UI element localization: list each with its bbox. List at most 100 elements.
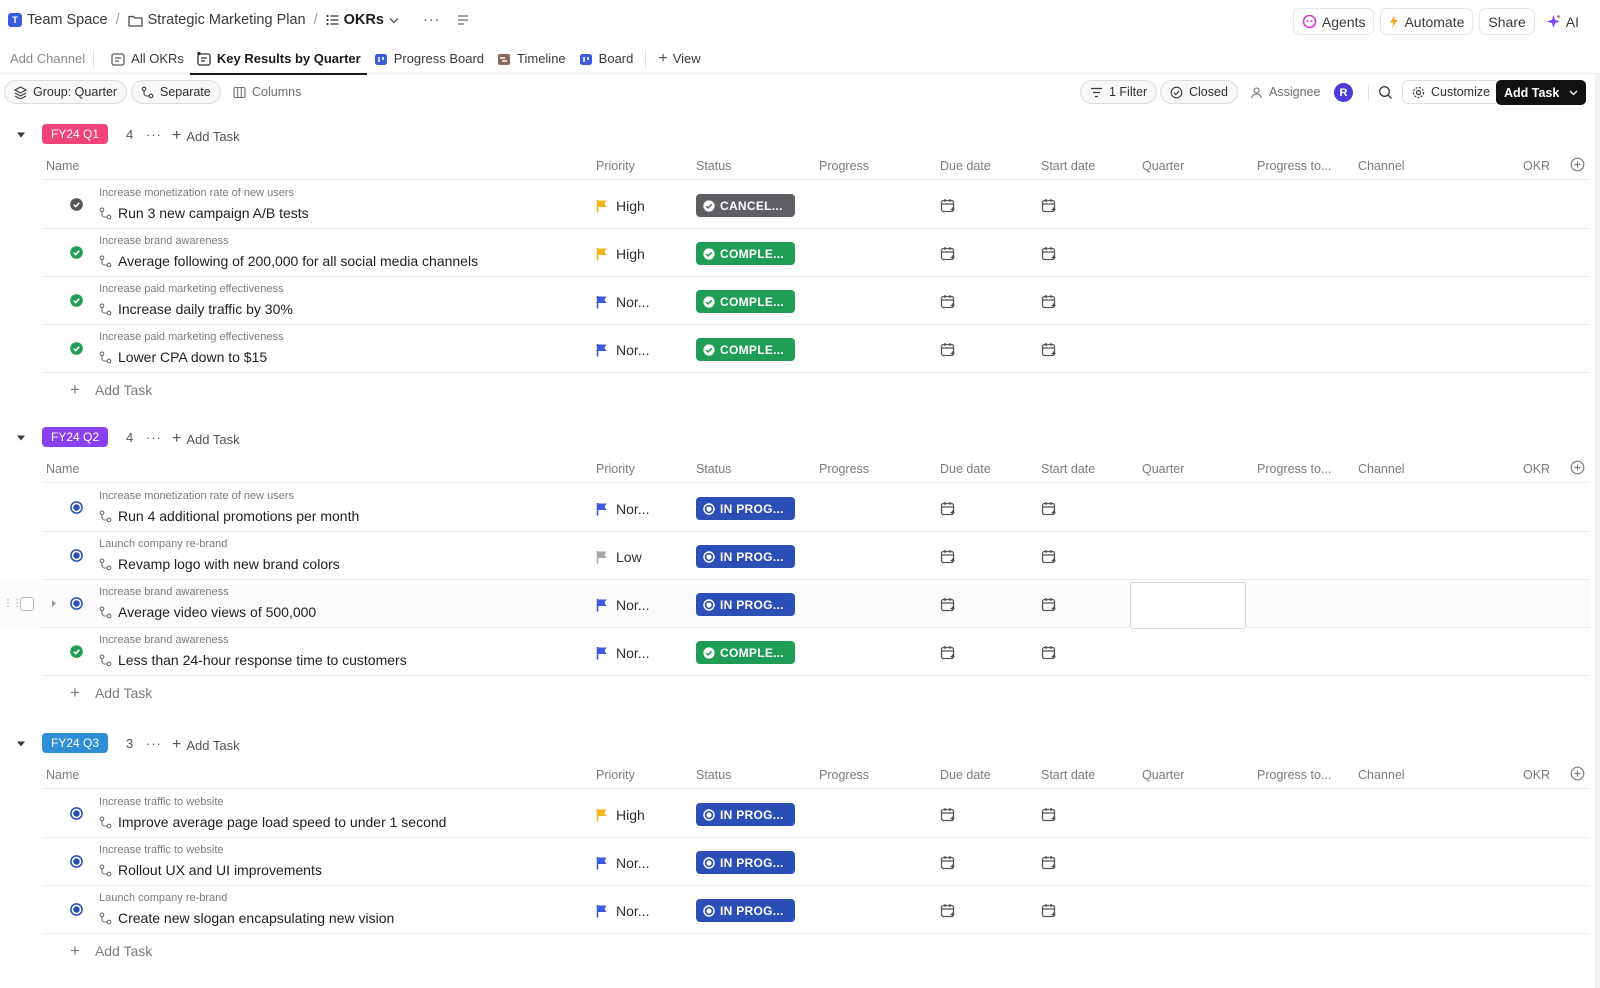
due-date-calendar-icon[interactable] <box>940 549 956 564</box>
start-date-calendar-icon[interactable] <box>1041 246 1057 261</box>
chevron-down-icon[interactable] <box>389 17 399 24</box>
status-badge[interactable]: COMPLE... <box>696 290 795 313</box>
column-header[interactable]: Channel <box>1358 159 1405 173</box>
chevron-down-icon[interactable] <box>1569 90 1578 96</box>
status-badge[interactable]: COMPLE... <box>696 641 795 664</box>
breadcrumb-okrs[interactable]: OKRs <box>326 12 399 28</box>
automate-button[interactable]: Automate <box>1380 8 1474 35</box>
priority-cell[interactable]: High <box>596 246 645 262</box>
parent-okr[interactable]: Increase paid marketing effectiveness <box>99 283 283 295</box>
start-date-calendar-icon[interactable] <box>1041 501 1057 516</box>
status-circle-icon[interactable] <box>70 246 83 259</box>
status-badge[interactable]: CANCEL... <box>696 194 795 217</box>
avatar[interactable]: R <box>1334 83 1353 102</box>
column-header[interactable]: Due date <box>940 768 991 782</box>
filter-button[interactable]: 1 Filter <box>1080 80 1158 104</box>
due-date-calendar-icon[interactable] <box>940 903 956 918</box>
column-header[interactable]: Start date <box>1041 159 1095 173</box>
start-date-calendar-icon[interactable] <box>1041 198 1057 213</box>
due-date-calendar-icon[interactable] <box>940 342 956 357</box>
start-date-calendar-icon[interactable] <box>1041 549 1057 564</box>
table-row[interactable]: Increase monetization rate of new users R… <box>0 181 1590 229</box>
column-header[interactable]: Start date <box>1041 462 1095 476</box>
column-header[interactable]: OKR <box>1523 462 1550 476</box>
status-circle-icon[interactable] <box>70 807 83 820</box>
customize-button[interactable]: Customize <box>1402 80 1501 104</box>
table-row[interactable]: Increase brand awareness Average followin… <box>0 229 1590 277</box>
parent-okr[interactable]: Increase brand awareness <box>99 634 229 646</box>
task-title[interactable]: Increase daily traffic by 30% <box>99 301 293 317</box>
group-more-icon[interactable]: ··· <box>146 736 162 751</box>
ai-button[interactable]: AI <box>1540 8 1584 35</box>
due-date-calendar-icon[interactable] <box>940 246 956 261</box>
column-header[interactable]: Priority <box>596 768 635 782</box>
task-title[interactable]: Improve average page load speed to under… <box>99 814 446 830</box>
column-header[interactable]: Progress <box>819 462 869 476</box>
status-badge[interactable]: COMPLE... <box>696 338 795 361</box>
tab-key-results-by-quarter[interactable]: Key Results by Quarter <box>189 43 367 75</box>
status-badge[interactable]: IN PROG... <box>696 851 795 874</box>
column-header[interactable]: Progress <box>819 768 869 782</box>
breadcrumb-strategic-marketing-plan[interactable]: Strategic Marketing Plan <box>127 12 306 28</box>
group-add-task-button[interactable]: + Add Task <box>172 127 240 145</box>
start-date-calendar-icon[interactable] <box>1041 807 1057 822</box>
tab-all-okrs[interactable]: All OKRs <box>104 43 190 74</box>
group-more-icon[interactable]: ··· <box>146 127 162 142</box>
column-header[interactable]: Due date <box>940 159 991 173</box>
status-badge[interactable]: IN PROG... <box>696 593 795 616</box>
column-header[interactable]: Start date <box>1041 768 1095 782</box>
table-row[interactable]: Increase traffic to website Improve avera… <box>0 790 1590 838</box>
parent-okr[interactable]: Increase monetization rate of new users <box>99 187 294 199</box>
breadcrumb-team-space[interactable]: T Team Space <box>8 12 108 28</box>
columns-button[interactable]: Columns <box>223 80 311 104</box>
status-circle-icon[interactable] <box>70 549 83 562</box>
status-circle-icon[interactable] <box>70 597 83 610</box>
priority-cell[interactable]: Nor... <box>596 501 649 517</box>
status-badge[interactable]: IN PROG... <box>696 899 795 922</box>
column-header[interactable]: Channel <box>1358 462 1405 476</box>
task-title[interactable]: Run 3 new campaign A/B tests <box>99 205 309 221</box>
priority-cell[interactable]: Nor... <box>596 903 649 919</box>
expand-caret-icon[interactable] <box>51 599 57 608</box>
group-by-button[interactable]: Group: Quarter <box>4 80 128 104</box>
column-header[interactable]: Channel <box>1358 768 1405 782</box>
drag-handle-icon[interactable]: ⋮⋮ <box>3 598 22 609</box>
add-column-icon[interactable] <box>1570 157 1585 172</box>
column-header[interactable]: Progress <box>819 159 869 173</box>
status-circle-icon[interactable] <box>70 198 83 211</box>
priority-cell[interactable]: Nor... <box>596 342 649 358</box>
add-column-icon[interactable] <box>1570 460 1585 475</box>
table-row[interactable]: Launch company re-brand Create new slogan… <box>0 886 1590 934</box>
add-task-row[interactable]: + Add Task <box>70 375 152 405</box>
task-title[interactable]: Create new slogan encapsulating new visi… <box>99 910 394 926</box>
column-header[interactable]: OKR <box>1523 159 1550 173</box>
status-circle-icon[interactable] <box>70 855 83 868</box>
status-badge[interactable]: IN PROG... <box>696 545 795 568</box>
column-header[interactable]: Quarter <box>1142 159 1184 173</box>
start-date-calendar-icon[interactable] <box>1041 294 1057 309</box>
quarter-cell-editor[interactable] <box>1130 582 1246 629</box>
column-header[interactable]: Name <box>46 768 79 782</box>
task-title[interactable]: Lower CPA down to $15 <box>99 349 267 365</box>
priority-cell[interactable]: High <box>596 807 645 823</box>
priority-cell[interactable]: Nor... <box>596 597 649 613</box>
task-title[interactable]: Average video views of 500,000 <box>99 604 316 620</box>
status-circle-icon[interactable] <box>70 903 83 916</box>
parent-okr[interactable]: Launch company re-brand <box>99 538 227 550</box>
separate-button[interactable]: Separate <box>131 80 221 104</box>
table-row[interactable]: Increase paid marketing effectiveness Inc… <box>0 277 1590 325</box>
add-task-row[interactable]: + Add Task <box>70 936 152 966</box>
start-date-calendar-icon[interactable] <box>1041 855 1057 870</box>
parent-okr[interactable]: Increase brand awareness <box>99 235 229 247</box>
add-task-button[interactable]: Add Task <box>1496 80 1587 105</box>
start-date-calendar-icon[interactable] <box>1041 903 1057 918</box>
column-header[interactable]: Name <box>46 462 79 476</box>
closed-toggle[interactable]: Closed <box>1160 80 1238 104</box>
collapse-caret-icon[interactable] <box>16 434 26 442</box>
priority-cell[interactable]: High <box>596 198 645 214</box>
status-circle-icon[interactable] <box>70 342 83 355</box>
column-header[interactable]: Priority <box>596 159 635 173</box>
column-header[interactable]: Due date <box>940 462 991 476</box>
due-date-calendar-icon[interactable] <box>940 645 956 660</box>
group-add-task-button[interactable]: + Add Task <box>172 430 240 448</box>
